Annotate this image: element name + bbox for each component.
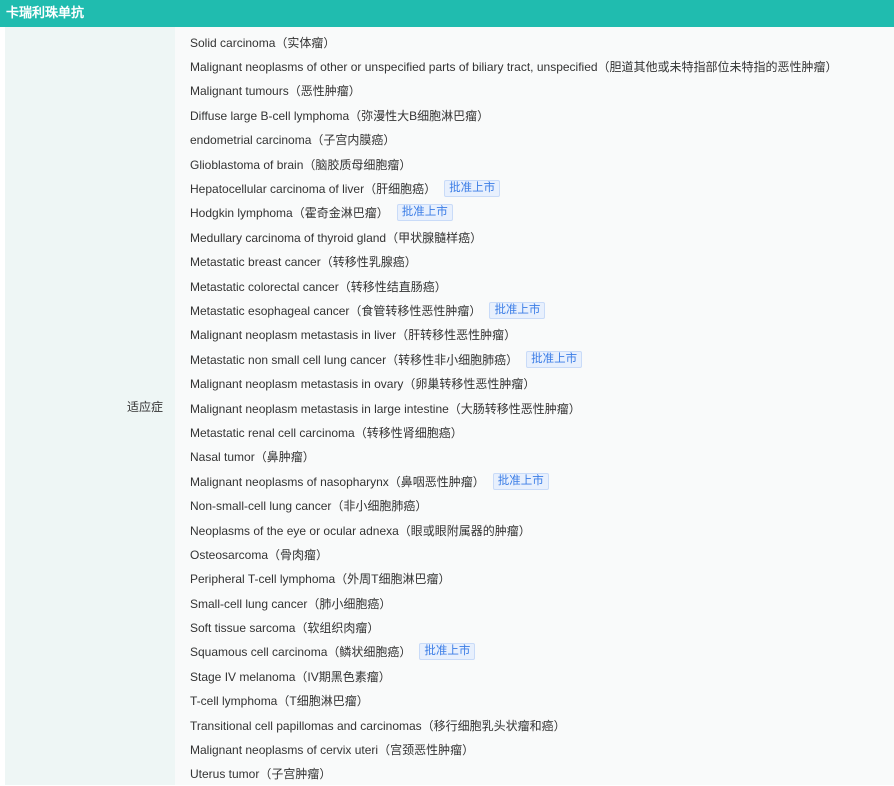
indication-item: Nasal tumor（鼻肿瘤） <box>190 445 894 469</box>
indication-text: T-cell lymphoma（T细胞淋巴瘤） <box>190 694 369 709</box>
indication-item: Malignant neoplasms of cervix uteri（宫颈恶性… <box>190 737 894 761</box>
indication-item: Non-small-cell lung cancer（非小细胞肺癌） <box>190 493 894 517</box>
indication-item: Metastatic colorectal cancer（转移性结直肠癌） <box>190 274 894 298</box>
indication-item: Neoplasms of the eye or ocular adnexa（眼或… <box>190 518 894 542</box>
indication-text: Metastatic colorectal cancer（转移性结直肠癌） <box>190 279 447 294</box>
indication-item: Diffuse large B-cell lymphoma（弥漫性大B细胞淋巴瘤… <box>190 103 894 127</box>
indication-text: Non-small-cell lung cancer（非小细胞肺癌） <box>190 499 428 514</box>
indication-item: endometrial carcinoma（子宫内膜癌） <box>190 128 894 152</box>
indications-table: 适应症 Solid carcinoma（实体瘤） Malignant neopla… <box>5 27 894 785</box>
indication-text: Glioblastoma of brain（脑胶质母细胞瘤） <box>190 157 412 172</box>
indication-item: Uterus tumor（子宫肿瘤） <box>190 762 894 786</box>
indications-label: 适应症 <box>126 399 163 414</box>
indication-text: Malignant neoplasm metastasis in liver（肝… <box>190 328 517 343</box>
indication-text: Neoplasms of the eye or ocular adnexa（眼或… <box>190 523 531 538</box>
indication-text: Stage IV melanoma（IV期黑色素瘤） <box>190 669 391 684</box>
indications-label-cell: 适应症 <box>5 27 175 785</box>
indication-text: endometrial carcinoma（子宫内膜癌） <box>190 133 396 148</box>
indication-text: Medullary carcinoma of thyroid gland（甲状腺… <box>190 230 483 245</box>
indication-text: Metastatic renal cell carcinoma（转移性肾细胞癌） <box>190 425 463 440</box>
indication-text: Transitional cell papillomas and carcino… <box>190 718 566 733</box>
drug-title: 卡瑞利珠单抗 <box>6 5 85 20</box>
indication-text: Nasal tumor（鼻肿瘤） <box>190 450 315 465</box>
indication-text: Metastatic esophageal cancer（食管转移性恶性肿瘤） <box>190 303 482 318</box>
indication-text: Malignant tumours（恶性肿瘤） <box>190 84 361 99</box>
indication-item: T-cell lymphoma（T细胞淋巴瘤） <box>190 689 894 713</box>
indication-text: Metastatic non small cell lung cancer（转移… <box>190 352 519 367</box>
indication-text: Hepatocellular carcinoma of liver（肝细胞癌） <box>190 182 437 197</box>
drug-title-header: 卡瑞利珠单抗 <box>0 0 894 27</box>
indication-text: Squamous cell carcinoma（鳞状细胞癌） <box>190 645 412 660</box>
indication-text: Soft tissue sarcoma（软组织肉瘤） <box>190 621 380 636</box>
indication-item: Metastatic breast cancer（转移性乳腺癌） <box>190 250 894 274</box>
indication-text: Osteosarcoma（骨肉瘤） <box>190 547 329 562</box>
indication-item: Stage IV melanoma（IV期黑色素瘤） <box>190 664 894 688</box>
indication-text: Malignant neoplasm metastasis in large i… <box>190 401 581 416</box>
indication-item: Metastatic renal cell carcinoma（转移性肾细胞癌） <box>190 420 894 444</box>
indication-text: Solid carcinoma（实体瘤） <box>190 35 336 50</box>
indication-item: Glioblastoma of brain（脑胶质母细胞瘤） <box>190 152 894 176</box>
indication-item: Metastatic non small cell lung cancer（转移… <box>190 347 894 371</box>
indication-item: Solid carcinoma（实体瘤） <box>190 30 894 54</box>
indication-text: Malignant neoplasms of nasopharynx（鼻咽恶性肿… <box>190 474 485 489</box>
indication-item: Osteosarcoma（骨肉瘤） <box>190 542 894 566</box>
indication-text: Malignant neoplasms of other or unspecif… <box>190 60 838 75</box>
indication-item: Malignant tumours（恶性肿瘤） <box>190 79 894 103</box>
indication-text: Diffuse large B-cell lymphoma（弥漫性大B细胞淋巴瘤… <box>190 108 490 123</box>
approved-badge: 批准上市 <box>396 204 453 222</box>
indication-text: Malignant neoplasm metastasis in ovary（卵… <box>190 377 536 392</box>
approved-badge: 批准上市 <box>419 643 476 661</box>
approved-badge: 批准上市 <box>489 301 546 319</box>
indication-text: Uterus tumor（子宫肿瘤） <box>190 767 332 782</box>
indication-item: Peripheral T-cell lymphoma（外周T细胞淋巴瘤） <box>190 567 894 591</box>
indication-item: Malignant neoplasm metastasis in ovary（卵… <box>190 371 894 395</box>
indication-item: Medullary carcinoma of thyroid gland（甲状腺… <box>190 225 894 249</box>
indication-item: Metastatic esophageal cancer（食管转移性恶性肿瘤） 批… <box>190 298 894 322</box>
indication-item: Malignant neoplasms of other or unspecif… <box>190 54 894 78</box>
indication-text: Peripheral T-cell lymphoma（外周T细胞淋巴瘤） <box>190 572 451 587</box>
indications-list: Solid carcinoma（实体瘤） Malignant neoplasms … <box>175 27 894 785</box>
indication-item: Hodgkin lymphoma（霍奇金淋巴瘤） 批准上市 <box>190 201 894 225</box>
indication-item: Malignant neoplasms of nasopharynx（鼻咽恶性肿… <box>190 469 894 493</box>
indication-item: Small-cell lung cancer（肺小细胞癌） <box>190 591 894 615</box>
indication-text: Small-cell lung cancer（肺小细胞癌） <box>190 596 392 611</box>
approved-badge: 批准上市 <box>526 350 583 368</box>
indication-text: Metastatic breast cancer（转移性乳腺癌） <box>190 255 417 270</box>
indication-item: Malignant neoplasm metastasis in liver（肝… <box>190 323 894 347</box>
indication-item: Soft tissue sarcoma（软组织肉瘤） <box>190 615 894 639</box>
indication-text: Malignant neoplasms of cervix uteri（宫颈恶性… <box>190 743 475 758</box>
indication-text: Hodgkin lymphoma（霍奇金淋巴瘤） <box>190 206 389 221</box>
indication-item: Hepatocellular carcinoma of liver（肝细胞癌） 批… <box>190 176 894 200</box>
indication-item: Transitional cell papillomas and carcino… <box>190 713 894 737</box>
approved-badge: 批准上市 <box>492 472 549 490</box>
indication-item: Malignant neoplasm metastasis in large i… <box>190 396 894 420</box>
approved-badge: 批准上市 <box>444 180 501 198</box>
indication-item: Squamous cell carcinoma（鳞状细胞癌） 批准上市 <box>190 640 894 664</box>
